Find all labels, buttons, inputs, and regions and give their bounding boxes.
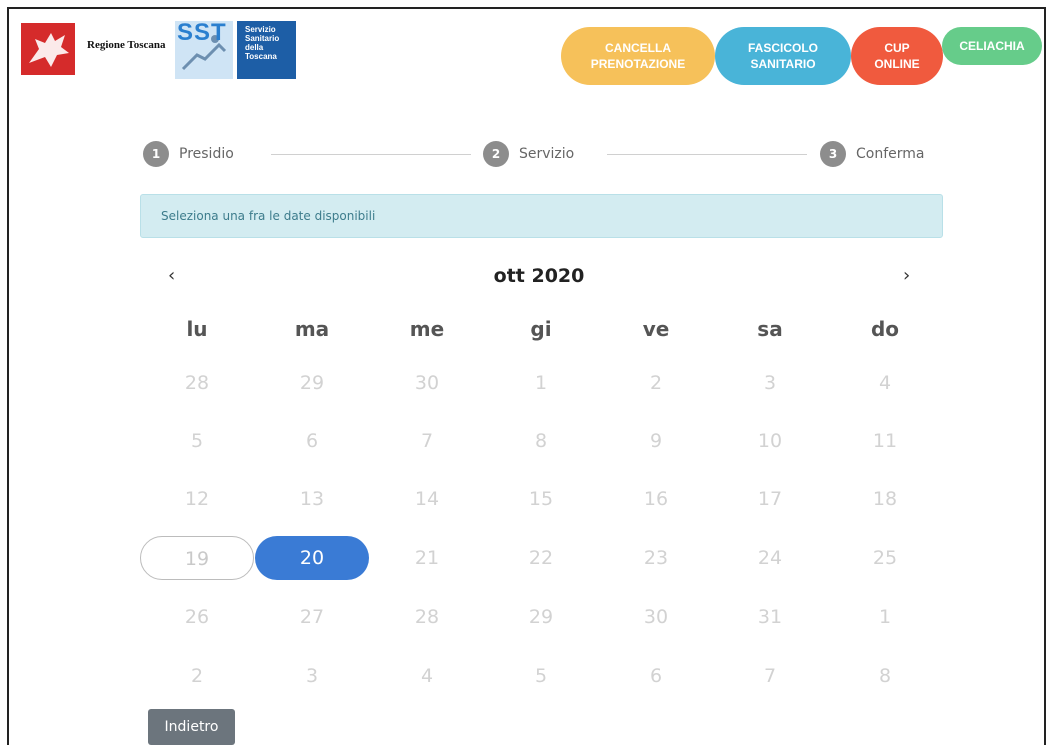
step-connector-1 <box>271 154 471 155</box>
calendar-day: 7 <box>763 665 777 687</box>
calendar-day: 15 <box>528 488 554 510</box>
sst-logo-letters: SST <box>177 19 227 46</box>
calendar-day-selected[interactable]: 20 <box>255 536 369 580</box>
calendar-day: 8 <box>878 665 892 687</box>
calendar-day: 2 <box>190 665 204 687</box>
calendar-day: 8 <box>534 430 548 452</box>
step-label-conferma: Conferma <box>856 146 925 162</box>
calendar-day: 16 <box>643 488 669 510</box>
calendar-day: 1 <box>534 372 548 394</box>
step-conferma: 3 Conferma <box>820 141 924 167</box>
calendar-day: 18 <box>872 488 898 510</box>
sst-name-line-3: della <box>245 43 264 52</box>
calendar-day: 28 <box>184 372 210 394</box>
step-number-2: 2 <box>483 141 509 167</box>
weekday-ve: ve <box>642 317 670 341</box>
weekday-sa: sa <box>757 317 783 341</box>
calendar-day: 4 <box>420 665 434 687</box>
step-servizio: 2 Servizio <box>483 141 574 167</box>
cancella-prenotazione-button[interactable]: CANCELLA PRENOTAZIONE <box>561 27 715 85</box>
fascicolo-sanitario-button[interactable]: FASCICOLO SANITARIO <box>715 27 851 85</box>
weekday-do: do <box>870 317 900 341</box>
weekday-lu: lu <box>186 317 208 341</box>
calendar-day: 14 <box>414 488 440 510</box>
calendar-day: 2 <box>649 372 663 394</box>
sst-name-line-4: Toscana <box>245 52 277 61</box>
calendar-day: 3 <box>305 665 319 687</box>
calendar-day: 1 <box>878 606 892 628</box>
calendar-day: 12 <box>184 488 210 510</box>
calendar-day: 11 <box>872 430 898 452</box>
sst-name-line-2: Sanitario <box>245 34 280 43</box>
calendar-day-outlined[interactable]: 19 <box>140 536 254 580</box>
calendar-day: 29 <box>299 372 325 394</box>
step-label-presidio: Presidio <box>179 146 234 162</box>
calendar-day: 21 <box>414 547 440 569</box>
calendar-day: 3 <box>763 372 777 394</box>
step-number-1: 1 <box>143 141 169 167</box>
sst-name-box: Servizio Sanitario della Toscana <box>237 21 296 79</box>
pegasus-icon <box>29 33 69 67</box>
calendar-day: 24 <box>757 547 783 569</box>
sst-name-line-1: Servizio <box>245 25 276 34</box>
cancella-line-1: CANCELLA <box>604 41 671 55</box>
calendar-day: 4 <box>878 372 892 394</box>
calendar-day: 25 <box>872 547 898 569</box>
month-title: ott 2020 <box>493 265 585 287</box>
prev-month-icon[interactable]: ‹ <box>168 265 175 286</box>
calendar-day: 6 <box>649 665 663 687</box>
step-number-3: 3 <box>820 141 846 167</box>
info-alert: Seleziona una fra le date disponibili <box>140 194 943 238</box>
calendar-day: 31 <box>757 606 783 628</box>
calendar-day: 9 <box>649 430 663 452</box>
cup-line-2: ONLINE <box>874 57 920 71</box>
cancella-line-2: PRENOTAZIONE <box>590 57 686 71</box>
calendar-day: 23 <box>643 547 669 569</box>
calendar-day: 5 <box>534 665 548 687</box>
fascicolo-line-1: FASCICOLO <box>747 41 818 55</box>
regione-toscana-label: Regione Toscana <box>87 39 166 51</box>
calendar-day: 28 <box>414 606 440 628</box>
calendar-day: 29 <box>528 606 554 628</box>
page-frame: Regione Toscana SST Servizio Sanitario d… <box>7 7 1046 745</box>
calendar-day: 30 <box>643 606 669 628</box>
calendar-day: 13 <box>299 488 325 510</box>
celiachia-label: CELIACHIA <box>959 39 1025 53</box>
cup-line-1: CUP <box>884 41 910 55</box>
step-label-servizio: Servizio <box>519 146 575 162</box>
celiachia-button[interactable]: CELIACHIA <box>942 27 1042 65</box>
step-presidio: 1 Presidio <box>143 141 234 167</box>
calendar-day: 10 <box>757 430 783 452</box>
cup-online-button[interactable]: CUP ONLINE <box>851 27 943 85</box>
calendar-day: 22 <box>528 547 554 569</box>
regione-toscana-logo[interactable] <box>21 23 75 75</box>
calendar-day: 27 <box>299 606 325 628</box>
fascicolo-line-2: SANITARIO <box>750 57 816 71</box>
calendar-day: 17 <box>757 488 783 510</box>
calendar-day: 5 <box>190 430 204 452</box>
weekday-ma: ma <box>294 317 330 341</box>
next-month-icon[interactable]: › <box>903 265 910 286</box>
step-connector-2 <box>607 154 807 155</box>
calendar-day: 30 <box>414 372 440 394</box>
calendar-day: 7 <box>420 430 434 452</box>
calendar-day: 26 <box>184 606 210 628</box>
calendar-day: 6 <box>305 430 319 452</box>
weekday-gi: gi <box>530 317 552 341</box>
indietro-button[interactable]: Indietro <box>148 709 235 745</box>
weekday-me: me <box>409 317 445 341</box>
